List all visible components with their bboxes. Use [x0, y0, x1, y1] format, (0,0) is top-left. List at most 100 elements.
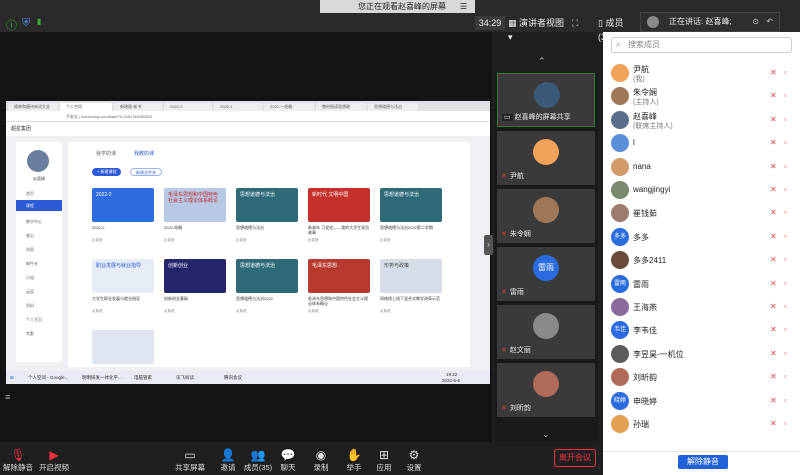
course-card[interactable]: 思想道德与法治 思想道德与法治 赵喜峰: [236, 188, 298, 246]
camera-off-icon[interactable]: ▫: [784, 302, 787, 311]
browser-tab[interactable]: 2022-一毛概: [264, 103, 314, 111]
camera-off-icon[interactable]: ▫: [784, 162, 787, 171]
sidebar-item[interactable]: 个人主页: [16, 314, 62, 325]
browser-tab[interactable]: 教材阅读思想政: [316, 103, 366, 111]
camera-off-icon[interactable]: ▫: [784, 232, 787, 241]
course-card[interactable]: 2022-2 2022-2 赵喜峰: [92, 188, 154, 246]
scroll-up-icon[interactable]: ⌃: [538, 56, 546, 67]
mic-muted-icon[interactable]: ✕: [770, 302, 777, 311]
sidebar-item[interactable]: 小组: [16, 272, 62, 283]
mic-muted-icon[interactable]: ✕: [770, 208, 777, 217]
course-card[interactable]: 新时代 文明中国 新青年 习党史——我的大学生党员故事 赵喜峰: [308, 188, 370, 246]
member-row[interactable]: 尹航 (我) ✕ ▫: [603, 61, 800, 85]
mic-muted-icon[interactable]: ✕: [770, 91, 777, 100]
presenter-view-button[interactable]: ▦ 演讲者视图 ▾: [508, 16, 568, 42]
video-tile[interactable]: ✕ 赵文丽: [497, 305, 595, 359]
taskbar-item[interactable]: 讯飞阅读: [176, 371, 194, 384]
member-row[interactable]: 晓婷 申晓婷 ✕ ▫: [603, 389, 800, 413]
windows-start-icon[interactable]: ⊞: [10, 371, 14, 384]
member-row[interactable]: wangjingyi ✕ ▫: [603, 178, 800, 202]
member-row[interactable]: 多多 多多 ✕ ▫: [603, 225, 800, 249]
mic-muted-icon[interactable]: ✕: [770, 349, 777, 358]
sidebar-item[interactable]: 笔记: [16, 230, 62, 241]
mic-muted-icon[interactable]: ✕: [770, 68, 777, 77]
video-tile[interactable]: 雷雨 ✕ 雷雨: [497, 247, 595, 301]
camera-off-icon[interactable]: ▫: [784, 279, 787, 288]
sidebar-item[interactable]: 资料: [16, 300, 62, 311]
member-row[interactable]: 雷雨 雷雨 ✕ ▫: [603, 272, 800, 296]
mic-muted-icon[interactable]: ✕: [770, 115, 777, 124]
mic-muted-icon[interactable]: ✕: [770, 396, 777, 405]
sidebar-item[interactable]: 邮件夹: [16, 258, 62, 269]
video-tile[interactable]: ✕ 刘昕韵: [497, 363, 595, 417]
browser-tab[interactable]: 个人空间: [60, 103, 112, 111]
unmute-all-button[interactable]: 解除静音: [678, 455, 728, 469]
camera-off-icon[interactable]: ▫: [784, 91, 787, 100]
back-icon[interactable]: ↶: [766, 13, 773, 31]
member-row[interactable]: 多多2411 ✕ ▫: [603, 248, 800, 272]
member-row[interactable]: nana ✕ ▫: [603, 155, 800, 179]
sidebar-item[interactable]: 云盘: [16, 286, 62, 297]
mic-muted-icon[interactable]: ✕: [770, 419, 777, 428]
settings-button[interactable]: ⚙ 设置: [394, 448, 434, 473]
member-row[interactable]: 孙瑞 ✕ ▫: [603, 412, 800, 436]
member-row[interactable]: 韦佳 李韦佳 ✕ ▫: [603, 318, 800, 342]
member-row[interactable]: 刘昕韵 ✕ ▫: [603, 365, 800, 389]
mic-muted-icon[interactable]: ✕: [770, 138, 777, 147]
course-card[interactable]: 创新创业 创新创业基础 赵喜峰: [164, 259, 226, 317]
security-shield-icon[interactable]: ⛨: [22, 17, 32, 29]
sidebar-item[interactable]: 消息: [16, 244, 62, 255]
mic-muted-icon[interactable]: ✕: [770, 279, 777, 288]
member-row[interactable]: 赵喜峰 (联席主持人) ✕ ▫: [603, 108, 800, 132]
course-card[interactable]: 职业发展与就业指导 大学生职业发展与就业指导 赵喜峰: [92, 259, 154, 317]
pin-icon[interactable]: ⊙: [752, 13, 759, 31]
collapse-video-list-button[interactable]: ›: [484, 235, 493, 255]
menu-icon[interactable]: ≡: [5, 392, 10, 402]
camera-off-icon[interactable]: ▫: [784, 396, 787, 405]
browser-tab[interactable]: 格林和唐诗宋词大全: [8, 103, 58, 111]
course-card[interactable]: 毛泽东思想和中国特色社会主义理论体系概论 2022-毛概 赵喜峰: [164, 188, 226, 246]
signal-icon[interactable]: ▮: [37, 17, 47, 27]
unmute-button[interactable]: 🎙 解除静音: [0, 448, 38, 473]
member-row[interactable]: 李昱昊-一机位 ✕ ▫: [603, 342, 800, 366]
camera-off-icon[interactable]: ▫: [784, 115, 787, 124]
tab-teaching-courses[interactable]: 我教的课: [134, 150, 154, 157]
browser-tab[interactable]: 思想道德与法治: [368, 103, 418, 111]
mic-muted-icon[interactable]: ✕: [770, 325, 777, 334]
camera-off-icon[interactable]: ▫: [784, 372, 787, 381]
course-card[interactable]: 思想道德与法治 思想道德与法治2022 赵喜峰: [236, 259, 298, 317]
sidebar-item[interactable]: 首页: [16, 188, 62, 199]
camera-off-icon[interactable]: ▫: [784, 138, 787, 147]
camera-off-icon[interactable]: ▫: [784, 185, 787, 194]
banner-menu-icon[interactable]: ☰: [460, 0, 467, 13]
camera-off-icon[interactable]: ▫: [784, 349, 787, 358]
camera-off-icon[interactable]: ▫: [784, 419, 787, 428]
video-tile[interactable]: ✕ 尹航: [497, 131, 595, 185]
mic-muted-icon[interactable]: ✕: [770, 255, 777, 264]
sidebar-item[interactable]: 课程: [16, 200, 62, 211]
camera-off-icon[interactable]: ▫: [784, 208, 787, 217]
sidebar-item[interactable]: 教学中心: [16, 216, 62, 227]
course-card[interactable]: 思想道德与法治 思想道德与法治2022第二学期 赵喜峰: [380, 188, 442, 246]
video-tile[interactable]: ✕ 朱令娴: [497, 189, 595, 243]
sidebar-item[interactable]: 考勤: [16, 328, 62, 339]
scroll-down-icon[interactable]: ⌄: [542, 429, 550, 440]
member-row[interactable]: 朱令娴 (主持人) ✕ ▫: [603, 84, 800, 108]
video-tile-screen-share[interactable]: ▭ 赵喜峰的屏幕共享: [497, 73, 595, 127]
fullscreen-icon[interactable]: ⛶: [572, 18, 582, 28]
taskbar-item[interactable]: 明明研发一体化平...: [82, 371, 122, 384]
browser-tab[interactable]: 2022-1: [214, 103, 262, 111]
member-row[interactable]: l ✕ ▫: [603, 131, 800, 155]
member-search-input[interactable]: ⌕ 搜索成员: [611, 37, 792, 53]
mic-muted-icon[interactable]: ✕: [770, 372, 777, 381]
new-course-button[interactable]: + 新建课程: [92, 168, 122, 176]
member-row[interactable]: 王海燕 ✕ ▫: [603, 295, 800, 319]
course-card[interactable]: 毛泽东思想 毛泽东思想和中国特色社会主义理论体系概论 赵喜峰: [308, 259, 370, 317]
share-screen-button[interactable]: ▭ 共享屏幕: [170, 448, 210, 473]
taskbar-item[interactable]: 腾讯会议: [224, 371, 242, 384]
camera-off-icon[interactable]: ▫: [784, 68, 787, 77]
mic-muted-icon[interactable]: ✕: [770, 185, 777, 194]
browser-address-bar[interactable]: 不安全 | lichaoxing.com/base?t=165174645082…: [6, 111, 490, 122]
mic-muted-icon[interactable]: ✕: [770, 232, 777, 241]
taskbar-item[interactable]: 电脑管家: [134, 371, 152, 384]
